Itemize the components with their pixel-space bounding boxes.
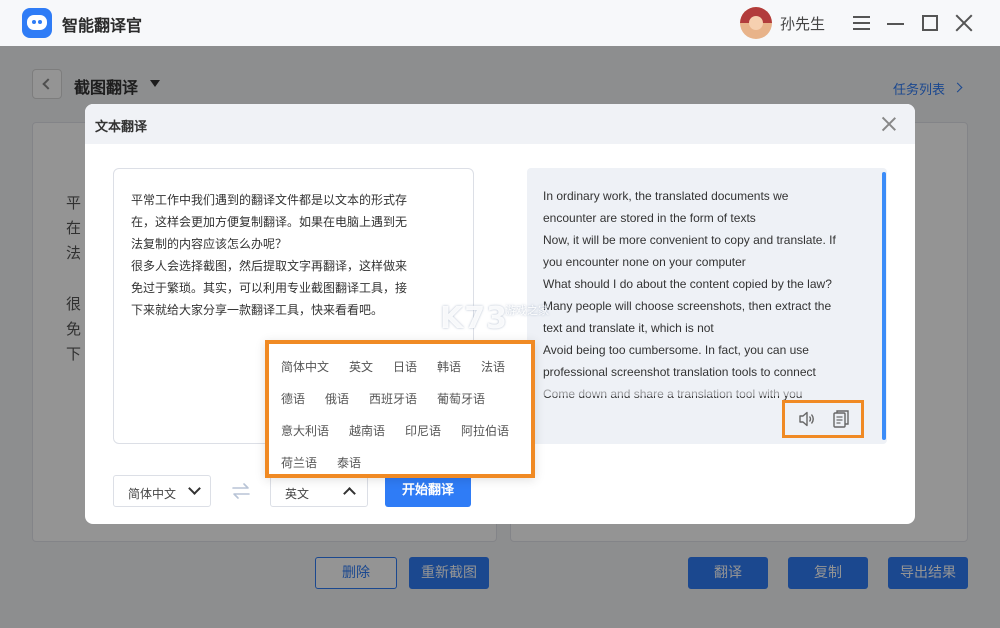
dialog-header: 文本翻译 xyxy=(85,104,915,144)
lang-option[interactable]: 阿拉伯语 xyxy=(461,422,509,439)
app-logo-icon xyxy=(22,8,52,38)
source-line: 法复制的内容应该怎么办呢？ xyxy=(131,237,288,251)
output-line: Now, it will be more convenient to copy … xyxy=(543,233,836,247)
swap-languages-icon[interactable] xyxy=(232,482,250,500)
dialog-title: 文本翻译 xyxy=(95,120,148,135)
lang-option[interactable]: 简体中文 xyxy=(281,358,329,375)
copy-icon[interactable] xyxy=(831,409,851,429)
lang-option[interactable]: 俄语 xyxy=(325,390,349,407)
source-line: 平常工作中我们遇到的翻译文件都是以文本的形式存 xyxy=(131,193,408,207)
lang-option[interactable]: 日语 xyxy=(393,358,417,375)
watermark-subtitle: 游戏之家 xyxy=(505,304,549,317)
app-title: 智能翻译官 xyxy=(62,16,143,35)
speaker-icon[interactable] xyxy=(797,409,817,429)
output-line: In ordinary work, the translated documen… xyxy=(543,189,789,203)
lang-option[interactable]: 印尼语 xyxy=(405,422,441,439)
target-language-select[interactable]: 英文 xyxy=(270,475,368,507)
chevron-down-icon xyxy=(188,482,201,495)
output-line: Many people will choose screenshots, the… xyxy=(543,299,832,313)
source-language-value: 简体中文 xyxy=(128,487,177,501)
close-icon[interactable] xyxy=(881,116,897,132)
watermark-logo: K73 xyxy=(440,301,508,336)
output-line: text and translate it, which is not xyxy=(543,321,714,335)
lang-option[interactable]: 泰语 xyxy=(337,454,361,471)
source-line: 免过于繁琐。其实，可以利用专业截图翻译工具，接 xyxy=(131,281,408,295)
source-line: 下来就给大家分享一款翻译工具，快来看看吧。 xyxy=(131,303,384,317)
target-language-value: 英文 xyxy=(285,487,310,501)
scrollbar[interactable] xyxy=(882,172,886,440)
text-translate-dialog: 文本翻译 平常工作中我们遇到的翻译文件都是以文本的形式存 在，这样会更加方便复制… xyxy=(85,104,915,524)
lang-option[interactable]: 德语 xyxy=(281,390,305,407)
lang-option[interactable]: 越南语 xyxy=(349,422,385,439)
source-line: 很多人会选择截图，然后提取文字再翻译，这样做来 xyxy=(131,259,408,273)
maximize-icon[interactable] xyxy=(918,11,942,35)
lang-option[interactable]: 荷兰语 xyxy=(281,454,317,471)
output-tools xyxy=(782,400,864,438)
minimize-icon[interactable] xyxy=(884,11,908,35)
output-line: you encounter none on your computer xyxy=(543,255,746,269)
avatar[interactable] xyxy=(740,7,772,39)
lang-option[interactable]: 法语 xyxy=(481,358,505,375)
lang-option[interactable]: 英文 xyxy=(349,358,373,375)
lang-option[interactable]: 意大利语 xyxy=(281,422,329,439)
menu-icon[interactable] xyxy=(850,11,874,35)
language-dropdown: 简体中文 英文 日语 韩语 法语 德语 俄语 西班牙语 葡萄牙语 意大利语 越南… xyxy=(265,340,535,478)
source-language-select[interactable]: 简体中文 xyxy=(113,475,211,507)
chevron-up-icon xyxy=(343,487,356,500)
lang-option[interactable]: 葡萄牙语 xyxy=(437,390,485,407)
output-line: encounter are stored in the form of text… xyxy=(543,211,756,225)
close-window-icon[interactable] xyxy=(952,11,976,35)
output-line: professional screenshot translation tool… xyxy=(543,365,816,379)
output-line: What should I do about the content copie… xyxy=(543,277,832,291)
lang-option[interactable]: 西班牙语 xyxy=(369,390,417,407)
start-translate-button[interactable]: 开始翻译 xyxy=(385,475,471,507)
source-line: 在，这样会更加方便复制翻译。如果在电脑上遇到无 xyxy=(131,215,408,229)
output-line: Avoid being too cumbersome. In fact, you… xyxy=(543,343,809,357)
user-name[interactable]: 孙先生 xyxy=(780,13,825,34)
title-bar: 智能翻译官 孙先生 xyxy=(0,0,1000,46)
lang-option[interactable]: 韩语 xyxy=(437,358,461,375)
